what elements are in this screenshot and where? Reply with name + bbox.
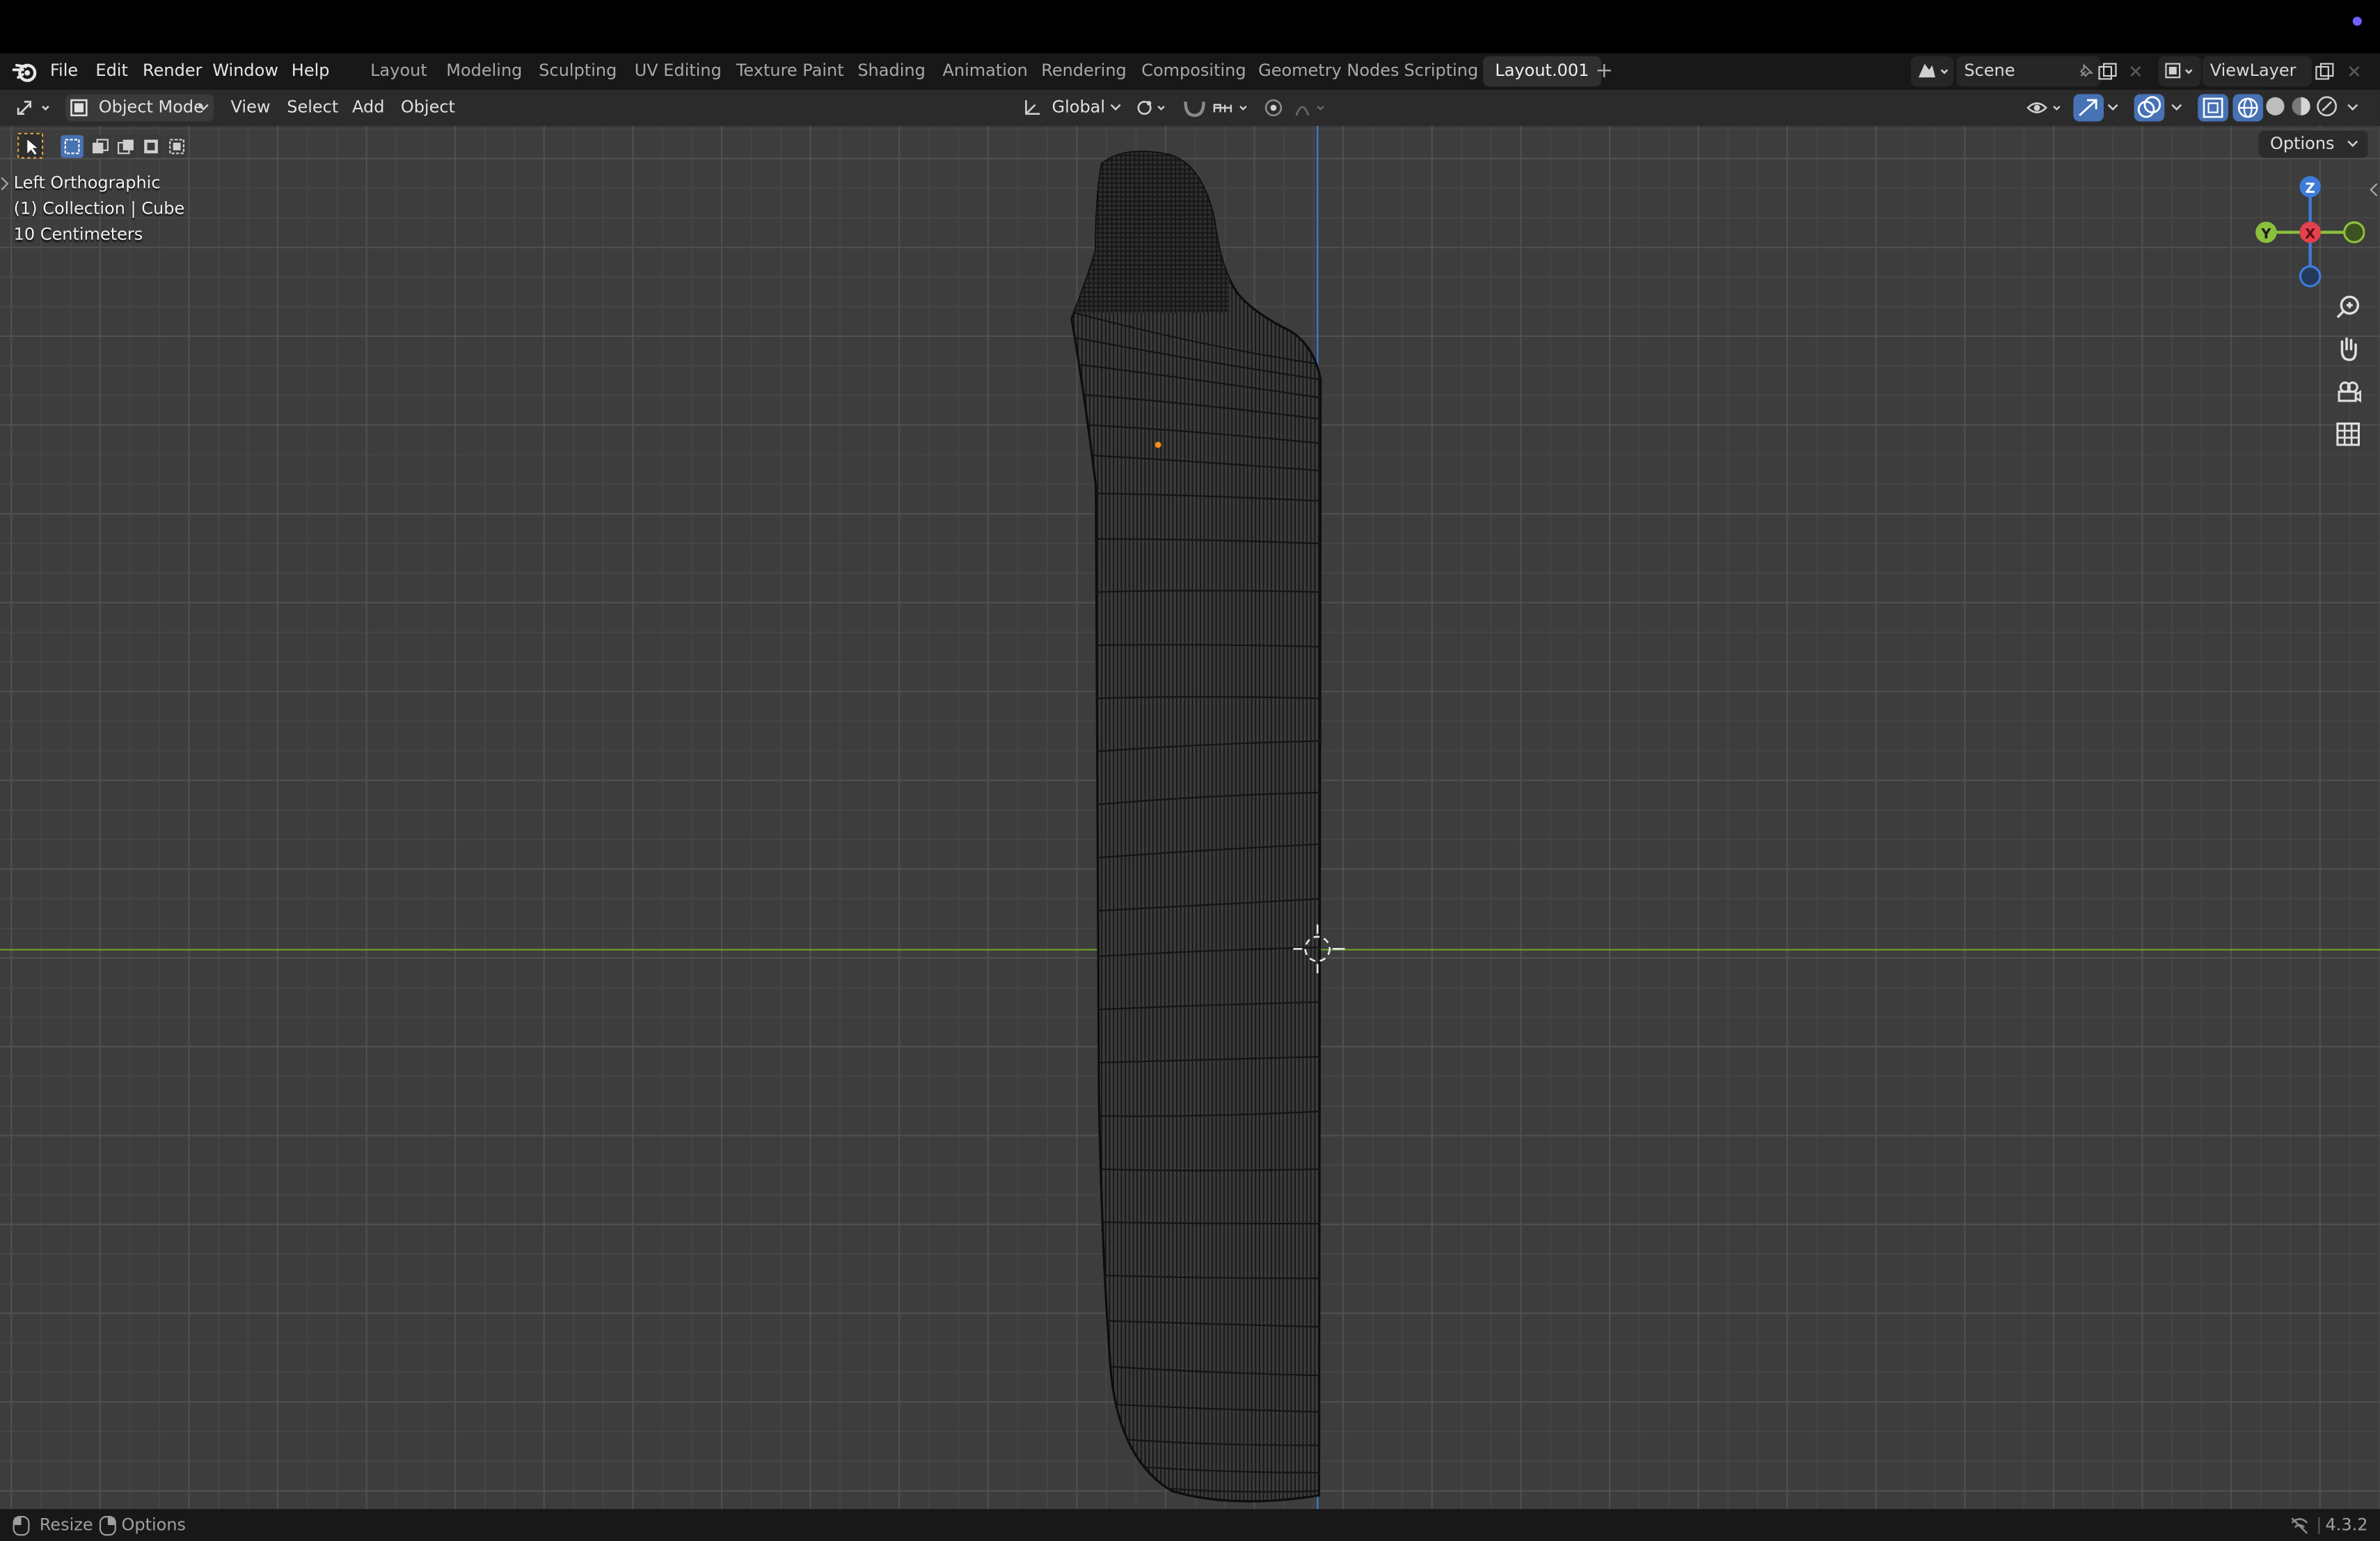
view-layer-field[interactable]: ViewLayer [2202, 56, 2312, 87]
status-dot-icon [2352, 16, 2362, 26]
chevron-down-icon[interactable] [2347, 103, 2358, 112]
gizmo-toggle-button[interactable] [2073, 94, 2104, 122]
tab-layout[interactable]: Layout [358, 56, 439, 87]
3d-viewport[interactable]: Options Left Orthographic (1) Collection… [0, 126, 2380, 1510]
top-menubar: File Edit Render Window Help Layout Mode… [0, 53, 2380, 90]
viewport-header: Object Mode View Select Add Object Globa… [0, 89, 2380, 127]
zoom-button[interactable] [2330, 288, 2366, 324]
gizmo-neg-z-axis[interactable] [2299, 265, 2322, 287]
toggle-perspective-button[interactable] [2330, 416, 2366, 452]
window-titlebar [0, 0, 2380, 54]
proportional-edit-icon[interactable] [1263, 97, 1333, 119]
network-off-icon [2291, 1517, 2308, 1535]
pan-hand-icon [2340, 337, 2357, 361]
version-label: 4.3.2 [2325, 1515, 2368, 1535]
gizmo-icon [2079, 99, 2097, 116]
scene-name-field[interactable]: Scene [1956, 56, 2101, 87]
scene-selector-button[interactable] [1911, 56, 1954, 87]
orientation-label: Global [1052, 97, 1106, 117]
gizmo-x-label: X [2305, 226, 2315, 242]
gizmo-neg-y-axis[interactable] [2343, 221, 2365, 244]
add-workspace-button[interactable]: + [1595, 53, 1613, 89]
tab-uv-editing[interactable]: UV Editing [622, 56, 733, 87]
origin-point [1155, 441, 1161, 448]
navigation-gizmo[interactable]: Z Y X [2249, 171, 2365, 293]
delete-view-layer-icon[interactable] [2347, 64, 2362, 79]
object-mode-icon [70, 99, 88, 117]
rendered-shading-icon[interactable] [2316, 95, 2338, 117]
menu-help[interactable]: Help [292, 53, 330, 89]
delete-scene-icon[interactable] [2128, 64, 2143, 79]
xray-toggle-button[interactable] [2198, 94, 2228, 122]
new-scene-icon[interactable] [2097, 62, 2119, 80]
pan-button[interactable] [2330, 331, 2366, 368]
gizmo-y-label: Y [2260, 226, 2271, 242]
view-layer-selector-button[interactable] [2158, 56, 2201, 87]
menu-edit[interactable]: Edit [95, 53, 127, 89]
editor-type-icon [17, 100, 49, 116]
tab-scripting[interactable]: Scripting [1392, 56, 1491, 87]
chevron-down-icon [1110, 104, 1121, 111]
camera-icon [2338, 381, 2361, 403]
solid-shading-icon[interactable] [2264, 95, 2286, 117]
editor-type-button[interactable] [12, 94, 57, 121]
pin-icon[interactable] [2077, 62, 2095, 80]
tab-texture-paint[interactable]: Texture Paint [724, 56, 856, 87]
camera-view-button[interactable] [2330, 374, 2366, 410]
scene-geometry [0, 126, 2380, 1510]
status-bar: Resize Options | 4.3.2 [0, 1509, 2380, 1541]
menu-add[interactable]: Add [352, 90, 384, 126]
zoom-icon [2336, 295, 2360, 319]
menu-select[interactable]: Select [287, 90, 338, 126]
snap-icon[interactable] [1181, 97, 1254, 119]
chevron-down-icon [198, 104, 209, 111]
menu-render[interactable]: Render [143, 53, 202, 89]
tab-geometry-nodes[interactable]: Geometry Nodes [1246, 56, 1411, 87]
object-mode-dropdown[interactable]: Object Mode [65, 94, 214, 122]
xray-icon [2203, 97, 2223, 118]
transform-orientation-dropdown[interactable]: Global [1017, 94, 1126, 121]
app-root: File Edit Render Window Help Layout Mode… [0, 0, 2380, 1541]
scene-name: Scene [1964, 61, 2015, 81]
transform-orientation-icon [1025, 100, 1040, 115]
grid-icon [2336, 422, 2360, 446]
tab-sculpting[interactable]: Sculpting [527, 56, 629, 87]
gizmo-z-label: Z [2306, 180, 2315, 196]
wireframe-shading-button[interactable] [2232, 94, 2264, 122]
new-view-layer-icon[interactable] [2315, 62, 2336, 80]
tab-modeling[interactable]: Modeling [434, 56, 534, 87]
menu-view[interactable]: View [231, 90, 271, 126]
wireframe-shading-icon [2237, 97, 2258, 118]
status-separator: | [2316, 1515, 2322, 1535]
view-layer-icon [2165, 63, 2193, 79]
mouse-left-icon [13, 1516, 30, 1536]
tab-compositing[interactable]: Compositing [1129, 56, 1258, 87]
mouse-right-icon [99, 1516, 116, 1536]
tab-layout-001[interactable]: Layout.001 [1482, 56, 1601, 87]
tab-rendering[interactable]: Rendering [1029, 56, 1139, 87]
chevron-down-icon[interactable] [2171, 103, 2182, 112]
pivot-icon[interactable] [1135, 99, 1171, 117]
visibility-icon[interactable] [2025, 97, 2068, 119]
blender-logo-icon[interactable] [12, 59, 39, 84]
status-resize: Resize [39, 1515, 93, 1535]
status-options: Options [121, 1515, 187, 1535]
overlay-toggle-button[interactable] [2134, 94, 2165, 122]
material-shading-icon[interactable] [2290, 95, 2312, 117]
view-layer-name: ViewLayer [2210, 61, 2296, 81]
tab-animation[interactable]: Animation [930, 56, 1040, 87]
chevron-down-icon[interactable] [2107, 103, 2118, 112]
overlay-icon [2137, 96, 2161, 118]
menu-object[interactable]: Object [401, 90, 455, 126]
mesh-object[interactable] [1063, 145, 1322, 1503]
menu-window[interactable]: Window [212, 53, 278, 89]
tab-shading[interactable]: Shading [846, 56, 937, 87]
object-mode-label: Object Mode [98, 97, 204, 117]
scene-icon [1918, 63, 1949, 78]
menu-file[interactable]: File [50, 53, 78, 89]
